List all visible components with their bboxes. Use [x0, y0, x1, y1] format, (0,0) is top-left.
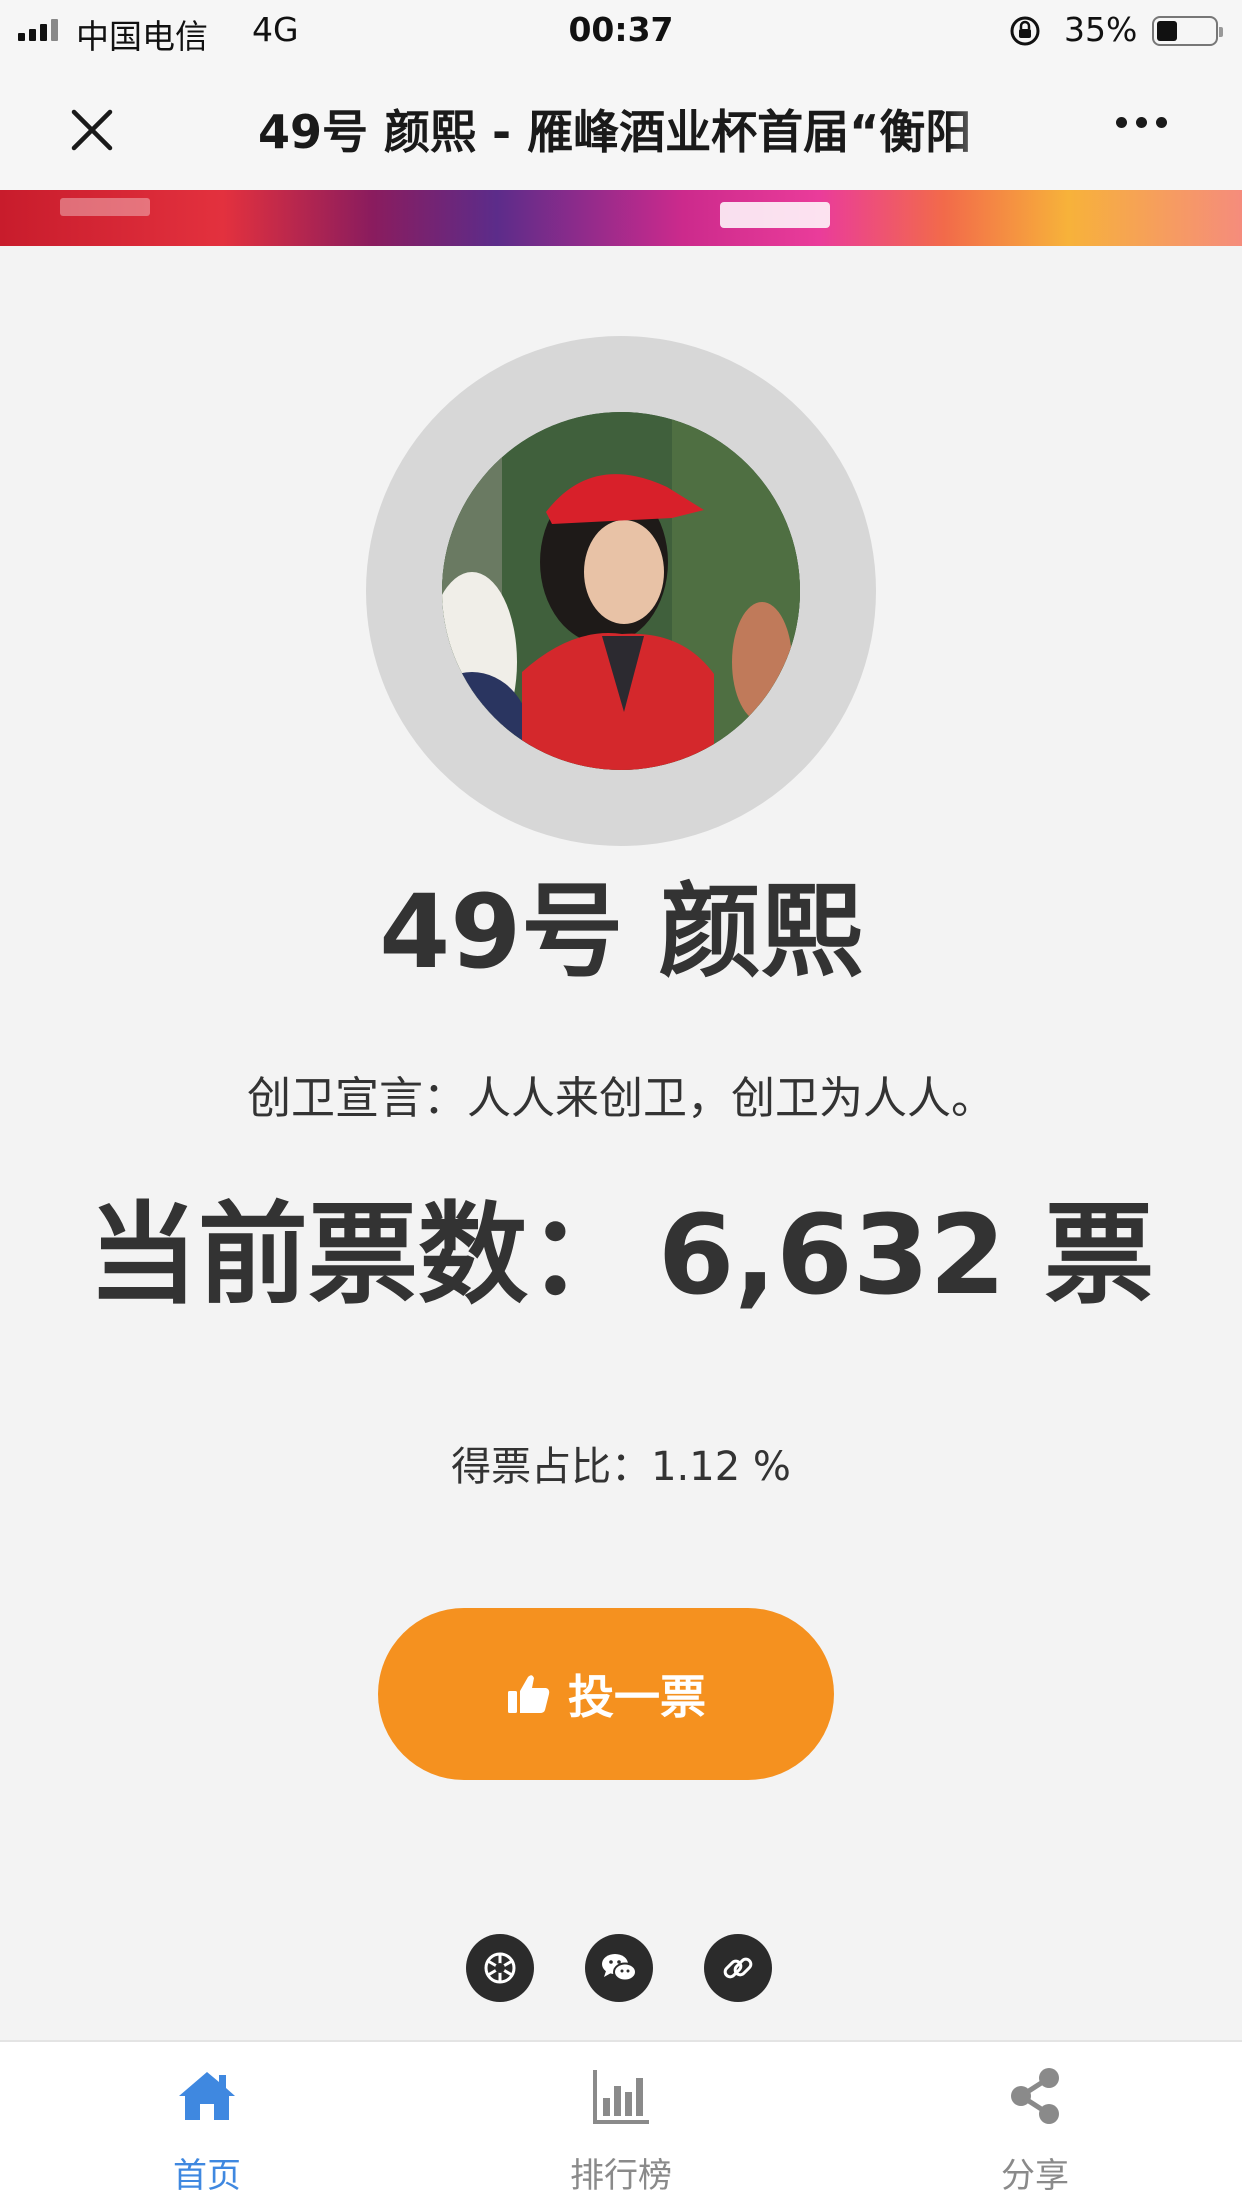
thumbs-up-icon	[508, 1675, 550, 1713]
candidate-name: 49号 颜熙	[379, 873, 863, 992]
vote-count-label: 当前票数：	[87, 1191, 638, 1319]
rotation-lock-icon	[1010, 16, 1040, 46]
share-icon	[1011, 2068, 1059, 2124]
vote-ratio: 得票占比：1.12 %	[451, 1444, 791, 1490]
nav-bar: 49号 颜熙 - 雁峰酒业杯首届“衡阳	[0, 62, 1242, 190]
header-banner-image	[0, 190, 1242, 246]
close-icon[interactable]	[60, 98, 124, 162]
vote-count: 当前票数： 6,632 票	[0, 1185, 1242, 1325]
candidate-slogan: 创卫宣言：人人来创卫，创卫为人人。	[247, 1073, 995, 1124]
home-icon	[179, 2072, 235, 2120]
candidate-avatar	[442, 412, 800, 770]
vote-button-label: 投一票	[568, 1670, 706, 1724]
tab-home[interactable]: 首页	[0, 2042, 414, 2208]
tab-home-label: 首页	[173, 2156, 241, 2196]
tab-share[interactable]: 分享	[828, 2042, 1242, 2208]
status-time: 00:37	[568, 10, 674, 49]
battery-icon	[1152, 16, 1223, 46]
wechat-icon[interactable]	[585, 1934, 653, 2002]
tab-share-label: 分享	[1001, 2156, 1069, 2196]
link-icon[interactable]	[704, 1934, 772, 2002]
page-title: 49号 颜熙 - 雁峰酒业杯首届“衡阳	[258, 105, 972, 156]
bar-chart-icon	[593, 2070, 649, 2124]
vote-count-value: 6,632 票	[657, 1191, 1155, 1319]
status-bar: 中国电信 4G 00:37 35%	[0, 0, 1242, 62]
bottom-tab-bar: 首页 排行榜 分享	[0, 2040, 1242, 2208]
tab-ranking-label: 排行榜	[570, 2156, 672, 2196]
vote-button[interactable]: 投一票	[378, 1608, 834, 1780]
battery-percent: 35%	[1064, 10, 1138, 49]
tab-ranking[interactable]: 排行榜	[414, 2042, 828, 2208]
more-icon[interactable]	[1116, 117, 1167, 128]
moments-icon[interactable]	[466, 1934, 534, 2002]
share-icons-row	[466, 1934, 772, 2002]
